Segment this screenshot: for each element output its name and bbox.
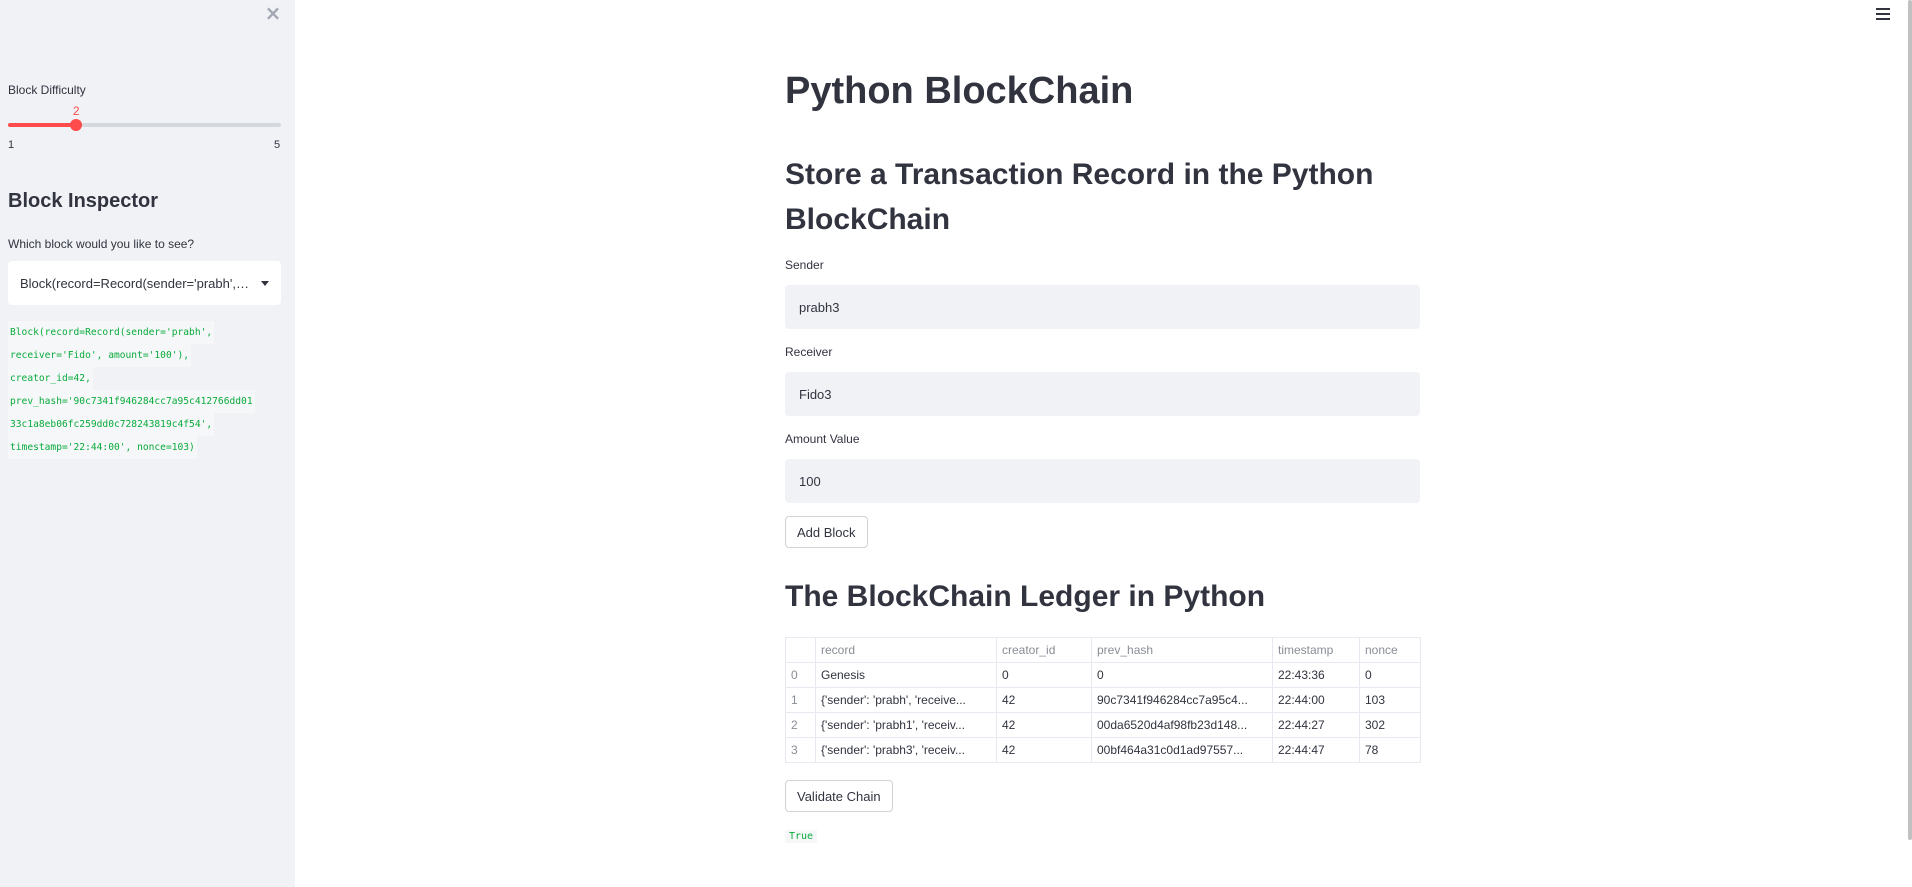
amount-label: Amount Value	[785, 432, 860, 446]
table-cell[interactable]: 42	[996, 737, 1092, 763]
table-cell[interactable]: 22:44:47	[1272, 737, 1360, 763]
table-cell[interactable]: 302	[1359, 712, 1421, 738]
code-line: timestamp='22:44:00', nonce=103)	[8, 436, 197, 459]
block-difficulty-label: Block Difficulty	[8, 83, 86, 97]
sidebar: × Block Difficulty 2 1 5 Block Inspector…	[0, 0, 295, 887]
table-cell[interactable]: 78	[1359, 737, 1421, 763]
column-header-record[interactable]: record	[815, 637, 997, 663]
table-cell[interactable]: 103	[1359, 687, 1421, 713]
table-cell[interactable]: 0	[785, 662, 816, 688]
amount-input[interactable]	[785, 459, 1420, 503]
validation-result: True	[785, 830, 818, 843]
column-header-index[interactable]	[785, 637, 816, 663]
caret-down-icon	[261, 280, 269, 286]
table-cell[interactable]: 1	[785, 687, 816, 713]
validate-chain-button[interactable]: Validate Chain	[785, 780, 893, 812]
slider-max-label: 5	[274, 139, 281, 151]
table-cell[interactable]: 00da6520d4af98fb23d148...	[1091, 712, 1273, 738]
table-cell[interactable]: 22:44:27	[1272, 712, 1360, 738]
table-cell[interactable]: 22:43:36	[1272, 662, 1360, 688]
column-header-nonce[interactable]: nonce	[1359, 637, 1421, 663]
table-cell[interactable]: {'sender': 'prabh3', 'receiv...	[815, 737, 997, 763]
column-header-timestamp[interactable]: timestamp	[1272, 637, 1360, 663]
column-header-creator-id[interactable]: creator_id	[996, 637, 1092, 663]
hamburger-menu-icon[interactable]	[1876, 8, 1890, 22]
table-cell[interactable]: 3	[785, 737, 816, 763]
table-cell[interactable]: 00bf464a31c0d1ad97557...	[1091, 737, 1273, 763]
ledger-heading: The BlockChain Ledger in Python	[785, 580, 1266, 613]
slider-min-label: 1	[8, 139, 15, 151]
block-select[interactable]: Block(record=Record(sender='prabh', rece…	[8, 261, 281, 305]
code-line: receiver='Fido', amount='100'),	[8, 344, 192, 367]
table-row: 1 {'sender': 'prabh', 'receive... 42 90c…	[785, 687, 1421, 713]
ledger-table[interactable]: record creator_id prev_hash timestamp no…	[785, 637, 1421, 763]
table-cell[interactable]: 22:44:00	[1272, 687, 1360, 713]
block-code-output: Block(record=Record(sender='prabh', recei…	[8, 321, 283, 459]
receiver-label: Receiver	[785, 345, 833, 359]
table-row: 2 {'sender': 'prabh1', 'receiv... 42 00d…	[785, 712, 1421, 738]
sender-label: Sender	[785, 258, 824, 272]
table-cell[interactable]: 0	[996, 662, 1092, 688]
code-line: prev_hash='90c7341f946284cc7a95c412766dd…	[8, 390, 255, 413]
table-cell[interactable]: 0	[1359, 662, 1421, 688]
section-subtitle: Store a Transaction Record in the Python…	[785, 158, 1374, 236]
slider-fill	[8, 123, 77, 127]
close-sidebar-icon[interactable]: ×	[264, 3, 282, 23]
table-row: 0 Genesis 0 0 22:43:36 0	[785, 662, 1421, 688]
block-difficulty-slider[interactable]	[8, 119, 281, 131]
add-block-button[interactable]: Add Block	[785, 516, 868, 548]
column-header-prev-hash[interactable]: prev_hash	[1091, 637, 1273, 663]
table-cell[interactable]: 0	[1091, 662, 1273, 688]
table-cell[interactable]: 42	[996, 712, 1092, 738]
block-inspector-heading: Block Inspector	[8, 190, 159, 212]
table-cell[interactable]: {'sender': 'prabh', 'receive...	[815, 687, 997, 713]
receiver-input[interactable]	[785, 372, 1420, 416]
block-select-label: Which block would you like to see?	[8, 237, 195, 251]
sender-input[interactable]	[785, 285, 1420, 329]
block-select-value: Block(record=Record(sender='prabh', rece…	[20, 275, 251, 291]
table-cell[interactable]: Genesis	[815, 662, 997, 688]
table-header-row: record creator_id prev_hash timestamp no…	[785, 637, 1421, 663]
slider-value-label: 2	[72, 104, 80, 118]
page-title: Python BlockChain	[785, 70, 1134, 112]
code-line: 33c1a8eb06fc259dd0c728243819c4f54',	[8, 413, 215, 436]
table-cell[interactable]: 42	[996, 687, 1092, 713]
table-row: 3 {'sender': 'prabh3', 'receiv... 42 00b…	[785, 737, 1421, 763]
code-line: creator_id=42,	[8, 367, 93, 390]
table-cell[interactable]: {'sender': 'prabh1', 'receiv...	[815, 712, 997, 738]
scrollbar[interactable]	[1908, 0, 1912, 840]
code-line: Block(record=Record(sender='prabh',	[8, 321, 215, 344]
table-cell[interactable]: 2	[785, 712, 816, 738]
table-cell[interactable]: 90c7341f946284cc7a95c4...	[1091, 687, 1273, 713]
slider-thumb[interactable]	[70, 119, 83, 131]
